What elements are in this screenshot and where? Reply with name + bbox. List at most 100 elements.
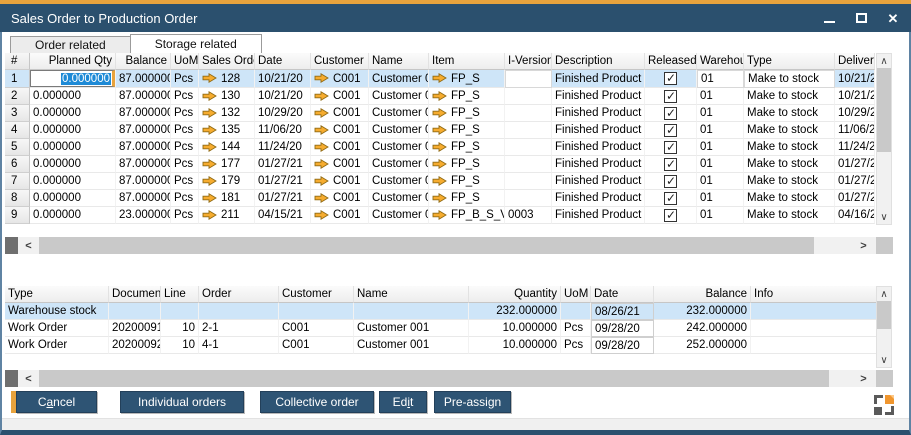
cell-num[interactable]: 3 [5,105,30,122]
assignment-horizontal-scrollbar[interactable]: < > [5,370,893,387]
link-arrow-icon[interactable] [202,193,217,203]
cell-delivery_date[interactable]: 01/27/21 [835,173,875,190]
cell-customer[interactable]: C001 [311,190,369,207]
cell-line[interactable] [161,303,199,320]
col-header-sales_order[interactable]: Sales Order [199,53,255,70]
col-header-uom[interactable]: UoM [561,286,591,303]
cell-delivery_date[interactable]: 10/21/20 [835,88,875,105]
scroll-left-icon[interactable]: < [18,237,39,254]
cell-sales_order[interactable]: 179 [199,173,255,190]
cell-customer[interactable] [279,303,354,320]
cell-item[interactable]: FP_S [429,156,505,173]
cell-customer[interactable]: C001 [311,156,369,173]
minimize-button[interactable] [819,8,839,28]
cell-description[interactable]: Finished Product / [552,88,645,105]
cell-name[interactable]: Customer 00 [369,105,429,122]
cell-warehouse[interactable]: 01 [697,190,744,207]
cell-order[interactable] [199,303,279,320]
individual-orders-button[interactable]: Individual orders [120,391,244,413]
cell-i_version[interactable] [505,70,552,88]
cell-i_version[interactable] [505,173,552,190]
link-arrow-icon[interactable] [314,210,329,220]
link-arrow-icon[interactable] [202,108,217,118]
table-row[interactable]: Warehouse stock232.00000008/26/21232.000… [5,303,877,320]
cell-name[interactable] [354,303,469,320]
cell-sales_order[interactable]: 211 [199,207,255,224]
cell-uom[interactable]: Pcs [171,70,199,88]
table-row[interactable]: Work Order20200091102-1C001Customer 0011… [5,320,877,337]
cell-uom[interactable]: Pcs [171,156,199,173]
cell-name[interactable]: Customer 00 [369,139,429,156]
cell-info[interactable] [751,320,877,337]
cell-i_version[interactable] [505,122,552,139]
cell-item[interactable]: FP_S [429,122,505,139]
scrollbar-thumb[interactable] [877,301,891,329]
cell-uom[interactable] [561,303,591,320]
col-header-line[interactable]: Line [161,286,199,303]
maximize-button[interactable] [851,8,871,28]
link-arrow-icon[interactable] [314,108,329,118]
cell-balance[interactable]: 87.000000 [116,173,171,190]
tab-storage-related[interactable]: Storage related [130,34,262,53]
scrollbar-thumb[interactable] [39,237,814,254]
cell-customer[interactable]: C001 [279,337,354,354]
cell-released[interactable]: ✓ [645,207,697,224]
cell-warehouse[interactable]: 01 [697,105,744,122]
column-freeze-splitter[interactable] [5,370,18,387]
cell-balance[interactable]: 87.000000 [116,122,171,139]
cell-released[interactable]: ✓ [645,105,697,122]
cell-type[interactable]: Make to stock [744,139,835,156]
cell-type[interactable]: Make to stock [744,105,835,122]
link-arrow-icon[interactable] [432,73,447,83]
col-header-name[interactable]: Name [354,286,469,303]
released-checkbox[interactable]: ✓ [664,158,677,171]
cell-planned_qty[interactable]: 0.000000 [30,190,116,207]
cell-released[interactable]: ✓ [645,70,697,88]
cell-warehouse[interactable]: 01 [697,70,744,88]
orders-horizontal-scrollbar[interactable]: < > [5,237,893,254]
col-header-uom[interactable]: UoM [171,53,199,70]
cell-released[interactable]: ✓ [645,156,697,173]
cell-uom[interactable]: Pcs [171,139,199,156]
cell-date[interactable]: 01/27/21 [255,156,311,173]
cell-i_version[interactable] [505,105,552,122]
cell-balance[interactable]: 87.000000 [116,70,171,88]
cell-type[interactable]: Make to stock [744,173,835,190]
table-row[interactable]: 70.00000087.000000Pcs17901/27/21C001Cust… [5,173,875,190]
cell-type[interactable]: Make to stock [744,70,835,88]
scroll-up-icon[interactable]: ∧ [877,54,891,68]
cell-order[interactable]: 2-1 [199,320,279,337]
col-header-document[interactable]: Document [109,286,161,303]
cell-name[interactable]: Customer 001 [354,337,469,354]
cell-type[interactable]: Make to stock [744,122,835,139]
link-arrow-icon[interactable] [202,159,217,169]
cell-released[interactable]: ✓ [645,190,697,207]
pre-assign-button[interactable]: Pre-assign [434,391,511,413]
cell-name[interactable]: Customer 00 [369,88,429,105]
cell-item[interactable]: FP_S [429,190,505,207]
cell-uom[interactable]: Pcs [561,337,591,354]
cell-order[interactable]: 4-1 [199,337,279,354]
cell-planned_qty[interactable]: 0.000000 [30,122,116,139]
col-header-released[interactable]: Released [645,53,697,70]
cell-date[interactable]: 08/26/21 [591,303,654,320]
cell-description[interactable]: Finished Product / [552,173,645,190]
table-row[interactable]: Work Order20200092104-1C001Customer 0011… [5,337,877,354]
released-checkbox[interactable]: ✓ [664,209,677,222]
link-arrow-icon[interactable] [202,210,217,220]
col-header-planned_qty[interactable]: Planned Qty [30,53,116,70]
cell-balance[interactable]: 252.000000 [654,337,751,354]
cell-item[interactable]: FP_S [429,70,505,88]
table-row[interactable]: 10.00000087.000000Pcs12810/21/20C001Cust… [5,70,875,88]
table-row[interactable]: 80.00000087.000000Pcs18101/27/21C001Cust… [5,190,875,207]
cell-balance[interactable]: 87.000000 [116,105,171,122]
cell-name[interactable]: Customer 001 [354,320,469,337]
cell-delivery_date[interactable]: 11/24/20 [835,139,875,156]
link-arrow-icon[interactable] [432,210,447,220]
released-checkbox[interactable]: ✓ [664,124,677,137]
link-arrow-icon[interactable] [314,91,329,101]
scrollbar-thumb[interactable] [39,370,829,387]
cell-planned_qty[interactable]: 0.000000 [30,88,116,105]
orders-vertical-scrollbar[interactable]: ∧ ∨ [876,53,892,225]
tab-order-related[interactable]: Order related [10,36,131,53]
